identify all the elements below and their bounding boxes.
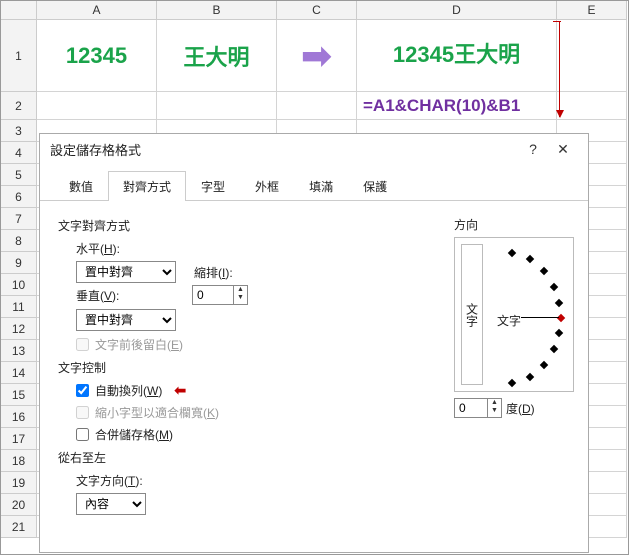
shrink-fit-checkbox <box>76 406 89 419</box>
row-header[interactable]: 20 <box>1 494 37 516</box>
row-header[interactable]: 2 <box>1 92 37 120</box>
orientation-label: 方向 <box>454 218 478 232</box>
row-header[interactable]: 21 <box>1 516 37 538</box>
wrap-text-checkbox[interactable] <box>76 384 89 397</box>
row-header[interactable]: 3 <box>1 120 37 142</box>
vertical-label: 垂直(V): <box>76 287 132 304</box>
row-header[interactable]: 19 <box>1 472 37 494</box>
dialog-tabs: 數值對齊方式字型外框填滿保護 <box>40 170 588 201</box>
row-header[interactable]: 16 <box>1 406 37 428</box>
row-header[interactable]: 4 <box>1 142 37 164</box>
row-header[interactable]: 1 <box>1 20 37 92</box>
dialog-title: 設定儲存格格式 <box>50 140 141 159</box>
wrap-text-label: 自動換列(W) <box>95 382 162 399</box>
col-header[interactable]: B <box>157 1 277 20</box>
format-cells-dialog: 設定儲存格格式 ? ✕ 數值對齊方式字型外框填滿保護 文字對齊方式 水平(H):… <box>39 133 589 553</box>
row-header[interactable]: 9 <box>1 252 37 274</box>
rtl-section: 從右至左 <box>58 449 570 466</box>
row-header[interactable]: 11 <box>1 296 37 318</box>
tab-3[interactable]: 外框 <box>240 171 294 201</box>
col-header[interactable]: A <box>37 1 157 20</box>
indent-input[interactable] <box>192 285 234 305</box>
cell[interactable] <box>157 92 277 120</box>
col-header[interactable]: E <box>557 1 627 20</box>
cell[interactable] <box>37 92 157 120</box>
cell[interactable]: 12345王大明 <box>357 20 557 92</box>
tab-2[interactable]: 字型 <box>186 171 240 201</box>
col-header[interactable]: D <box>357 1 557 20</box>
cell[interactable]: ➡ <box>277 20 357 92</box>
orientation-degree-label: 度(D) <box>506 400 535 417</box>
tab-5[interactable]: 保護 <box>348 171 402 201</box>
merge-cells-label: 合併儲存格(M) <box>95 426 173 443</box>
justify-distributed-label: 文字前後留白(E) <box>95 336 183 353</box>
merge-cells-checkbox[interactable] <box>76 428 89 441</box>
orientation-center-text: 文字 <box>497 312 521 329</box>
row-header[interactable]: 17 <box>1 428 37 450</box>
tab-1[interactable]: 對齊方式 <box>108 171 186 201</box>
tab-4[interactable]: 填滿 <box>294 171 348 201</box>
cell[interactable] <box>557 92 627 120</box>
tab-0[interactable]: 數值 <box>54 171 108 201</box>
annotation-arrow <box>559 21 560 117</box>
orientation-vertical-text[interactable]: 文字 <box>461 244 483 385</box>
row-header[interactable]: 6 <box>1 186 37 208</box>
vertical-align-select[interactable]: 置中對齊 <box>76 309 176 331</box>
row-header[interactable]: 10 <box>1 274 37 296</box>
cell[interactable] <box>277 92 357 120</box>
highlight-arrow-icon: ⬅ <box>174 382 186 399</box>
indent-spinner[interactable]: ▲▼ <box>234 285 248 305</box>
help-button[interactable]: ? <box>518 141 548 157</box>
row-header[interactable]: 15 <box>1 384 37 406</box>
cell[interactable] <box>557 20 627 92</box>
cell[interactable]: =A1&CHAR(10)&B1 <box>357 92 557 120</box>
close-button[interactable]: ✕ <box>548 141 578 158</box>
row-header[interactable]: 8 <box>1 230 37 252</box>
orientation-degree-input[interactable] <box>454 398 488 418</box>
orientation-degree-spinner[interactable]: ▲▼ <box>488 398 502 418</box>
cell[interactable]: 12345 <box>37 20 157 92</box>
row-header[interactable]: 7 <box>1 208 37 230</box>
text-direction-select[interactable]: 內容 <box>76 493 146 515</box>
justify-distributed-checkbox <box>76 338 89 351</box>
orientation-panel: 方向 文字 文字 <box>454 216 574 418</box>
shrink-fit-label: 縮小字型以適合欄寬(K) <box>95 404 219 421</box>
horizontal-align-select[interactable]: 置中對齊 <box>76 261 176 283</box>
row-header[interactable]: 14 <box>1 362 37 384</box>
col-header[interactable]: C <box>277 1 357 20</box>
text-direction-label: 文字方向(T): <box>76 472 143 489</box>
cell[interactable]: 王大明 <box>157 20 277 92</box>
indent-label: 縮排(I): <box>194 264 233 281</box>
row-header[interactable]: 12 <box>1 318 37 340</box>
row-header[interactable]: 18 <box>1 450 37 472</box>
column-headers: ABCDE <box>1 1 629 20</box>
orientation-box[interactable]: 文字 文字 <box>454 237 574 392</box>
dialog-body: 文字對齊方式 水平(H): 置中對齊 縮排(I): 垂直(V): ▲▼ 置中對齊… <box>40 201 588 529</box>
row-header[interactable]: 5 <box>1 164 37 186</box>
horizontal-label: 水平(H): <box>76 240 132 257</box>
row-header[interactable]: 13 <box>1 340 37 362</box>
dialog-titlebar: 設定儲存格格式 ? ✕ <box>40 134 588 164</box>
